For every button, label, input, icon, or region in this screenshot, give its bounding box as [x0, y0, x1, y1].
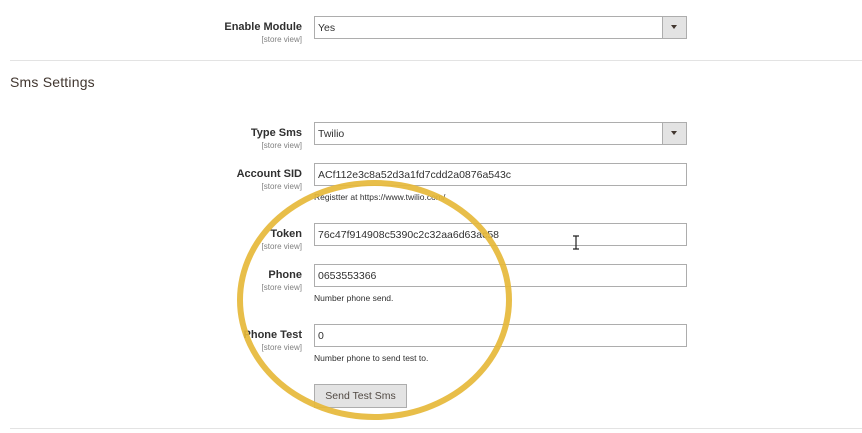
type-sms-scope: [store view] — [261, 141, 302, 150]
token-input[interactable]: 76c47f914908c5390c2c32aa6d63ac58 — [314, 223, 687, 246]
phone-test-note: Number phone to send test to. — [314, 353, 429, 363]
chevron-down-icon[interactable] — [662, 123, 686, 144]
enable-module-value: Yes — [318, 22, 336, 34]
account-sid-label: Account SID — [236, 168, 302, 180]
token-scope: [store view] — [261, 242, 302, 251]
phone-test-label: Phone Test — [243, 329, 302, 341]
phone-test-scope: [store view] — [261, 343, 302, 352]
phone-test-input[interactable]: 0 — [314, 324, 687, 347]
section-title[interactable]: Sms Settings — [10, 74, 95, 90]
chevron-down-icon[interactable] — [662, 17, 686, 38]
type-sms-select[interactable]: Twilio — [314, 122, 687, 145]
type-sms-label: Type Sms — [250, 127, 302, 139]
bottom-divider — [10, 428, 862, 429]
account-sid-value: ACf112e3c8a52d3a1fd7cdd2a0876a543c — [318, 169, 512, 181]
phone-value: 0653553366 — [318, 270, 377, 282]
type-sms-value: Twilio — [318, 128, 345, 140]
token-label: Token — [270, 228, 302, 240]
phone-note: Number phone send. — [314, 293, 394, 303]
phone-input[interactable]: 0653553366 — [314, 264, 687, 287]
phone-test-value: 0 — [318, 330, 324, 342]
section-divider — [10, 60, 862, 61]
account-sid-note: Registter at https://www.twilio.com/ — [314, 192, 446, 202]
account-sid-input[interactable]: ACf112e3c8a52d3a1fd7cdd2a0876a543c — [314, 163, 687, 186]
phone-label: Phone — [268, 269, 302, 281]
send-test-sms-button[interactable]: Send Test Sms — [314, 384, 407, 408]
account-sid-scope: [store view] — [261, 182, 302, 191]
enable-module-select[interactable]: Yes — [314, 16, 687, 39]
enable-module-label: Enable Module — [224, 21, 302, 33]
enable-module-scope: [store view] — [261, 35, 302, 44]
phone-scope: [store view] — [261, 283, 302, 292]
token-value: 76c47f914908c5390c2c32aa6d63ac58 — [318, 229, 499, 241]
text-cursor-icon — [573, 235, 579, 250]
